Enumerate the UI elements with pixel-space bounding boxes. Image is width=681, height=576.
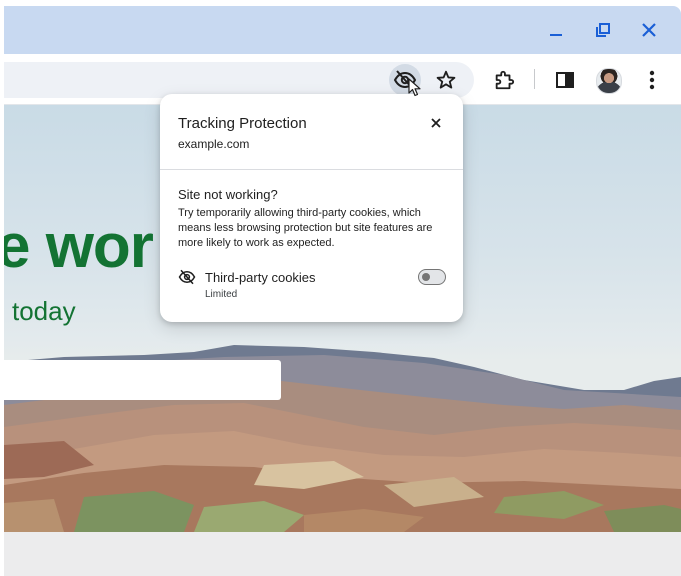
more-vert-icon: [649, 70, 655, 90]
extensions-button[interactable]: [488, 64, 520, 96]
extensions-icon: [495, 70, 515, 90]
mouse-cursor-icon: [408, 78, 421, 97]
popup-title: Tracking Protection: [178, 115, 307, 132]
hero-subtitle: today: [12, 296, 76, 326]
title-bar: [4, 6, 681, 54]
popup-site: example.com: [178, 137, 250, 151]
toggle-knob: [422, 273, 430, 281]
page-footer: [4, 532, 681, 576]
third-party-cookies-status: Limited: [205, 289, 238, 300]
eye-slash-icon: [178, 269, 196, 285]
close-icon: [642, 23, 656, 37]
tracking-protection-popup: Tracking Protection example.com Site not…: [160, 94, 463, 322]
close-icon: [431, 118, 441, 128]
restore-button[interactable]: [589, 16, 617, 44]
star-icon: [436, 70, 456, 89]
more-menu-button[interactable]: [636, 64, 668, 96]
close-window-button[interactable]: [635, 16, 663, 44]
restore-icon: [596, 23, 610, 37]
site-not-working-heading: Site not working?: [178, 187, 278, 202]
site-not-working-description: Try temporarily allowing third-party coo…: [178, 207, 433, 249]
third-party-cookies-label: Third-party cookies: [205, 270, 316, 285]
side-panel-icon: [556, 72, 574, 88]
bookmark-button[interactable]: [430, 64, 462, 96]
minimize-button[interactable]: [542, 16, 570, 44]
hero-title: e wor: [4, 212, 154, 281]
side-panel-button[interactable]: [549, 64, 581, 96]
third-party-cookies-toggle[interactable]: [418, 269, 446, 285]
profile-avatar[interactable]: [596, 68, 622, 94]
popup-divider: [160, 169, 463, 170]
minimize-icon: [550, 34, 562, 36]
page-search-input[interactable]: [4, 360, 281, 400]
toolbar-separator: [534, 69, 535, 89]
popup-close-button[interactable]: [426, 113, 446, 133]
